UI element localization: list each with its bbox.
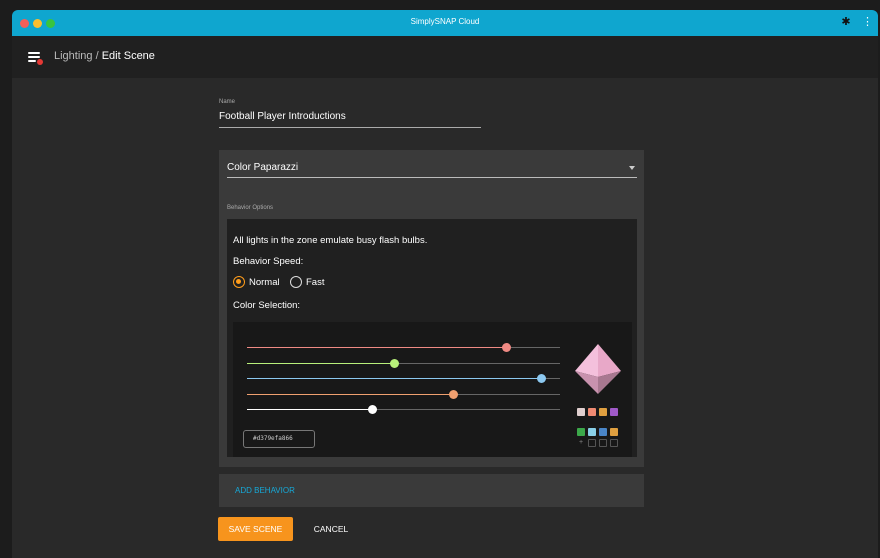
breadcrumb-separator: / bbox=[92, 50, 102, 62]
behavior-options-panel: All lights in the zone emulate busy flas… bbox=[227, 219, 637, 457]
color-preview-gem bbox=[575, 344, 621, 394]
color-swatch[interactable] bbox=[610, 428, 618, 436]
behavior-description: All lights in the zone emulate busy flas… bbox=[233, 235, 428, 246]
color-picker: #d379efa866 + bbox=[233, 322, 632, 457]
slider-blue-fill bbox=[247, 378, 542, 379]
puzzle-icon[interactable]: ✱ bbox=[840, 16, 852, 28]
slider-green-thumb[interactable] bbox=[389, 358, 399, 368]
speed-normal-label[interactable]: Normal bbox=[249, 277, 280, 288]
window-title: SimplySNAP Cloud bbox=[410, 17, 480, 26]
color-selection-label: Color Selection: bbox=[233, 300, 301, 311]
slider-green[interactable] bbox=[247, 358, 560, 368]
caret-down-icon[interactable] bbox=[629, 166, 635, 170]
speed-fast-label[interactable]: Fast bbox=[306, 277, 324, 288]
empty-swatch[interactable] bbox=[599, 439, 607, 447]
slider-amber[interactable] bbox=[247, 389, 560, 399]
slider-blue-thumb[interactable] bbox=[536, 374, 546, 383]
slider-white-thumb[interactable] bbox=[367, 405, 377, 414]
slider-amber-thumb[interactable] bbox=[449, 389, 459, 399]
behavior-options-label: Behavior Options bbox=[227, 205, 274, 211]
color-swatch[interactable] bbox=[577, 408, 585, 416]
name-input-underline bbox=[219, 127, 481, 128]
slider-red-fill bbox=[247, 347, 507, 348]
slider-amber-fill bbox=[247, 393, 454, 395]
kebab-menu-icon[interactable]: ⋮ bbox=[862, 16, 873, 28]
breadcrumb-current: Edit Scene bbox=[101, 50, 155, 62]
hex-color-input[interactable]: #d379efa866 bbox=[243, 430, 315, 448]
window-titlebar: SimplySNAP Cloud ✱ ⋮ bbox=[12, 10, 878, 36]
breadcrumb: Lighting / Edit Scene bbox=[54, 50, 155, 62]
add-behavior-button[interactable]: ADD BEHAVIOR bbox=[235, 486, 295, 495]
notification-dot bbox=[37, 59, 43, 65]
slider-white-fill bbox=[247, 409, 373, 410]
slider-red[interactable] bbox=[247, 343, 560, 352]
name-field-label: Name bbox=[219, 99, 236, 105]
color-swatch[interactable] bbox=[599, 408, 607, 416]
slider-red-thumb[interactable] bbox=[502, 343, 512, 352]
slider-blue[interactable] bbox=[247, 374, 560, 383]
behavior-card: Color Paparazzi Behavior Options All lig… bbox=[219, 150, 644, 467]
color-swatch[interactable] bbox=[577, 428, 585, 436]
slider-green-fill bbox=[247, 362, 395, 364]
name-input[interactable]: Football Player Introductions bbox=[219, 111, 346, 122]
color-swatch[interactable] bbox=[588, 428, 596, 436]
breadcrumb-parent[interactable]: Lighting bbox=[54, 50, 93, 62]
app-header: Lighting / Edit Scene bbox=[12, 36, 878, 78]
app-frame: Lighting / Edit Scene Name Football Play… bbox=[12, 36, 878, 558]
add-swatch-plus-icon[interactable]: + bbox=[577, 439, 585, 447]
speed-normal-radio[interactable] bbox=[233, 276, 245, 288]
color-swatch[interactable] bbox=[588, 408, 596, 416]
speed-fast-radio[interactable] bbox=[290, 276, 302, 288]
slider-white[interactable] bbox=[247, 405, 560, 414]
behavior-select-underline bbox=[227, 177, 637, 178]
behavior-speed-label: Behavior Speed: bbox=[233, 256, 304, 267]
color-swatch[interactable] bbox=[599, 428, 607, 436]
save-scene-button[interactable]: SAVE SCENE bbox=[218, 517, 293, 541]
cancel-button[interactable]: CANCEL bbox=[306, 517, 356, 541]
behavior-select[interactable]: Color Paparazzi bbox=[227, 162, 298, 173]
add-behavior-card: ADD BEHAVIOR bbox=[219, 474, 644, 507]
empty-swatch[interactable] bbox=[588, 439, 596, 447]
hamburger-menu-icon[interactable] bbox=[28, 51, 43, 65]
color-swatch[interactable] bbox=[610, 408, 618, 416]
empty-swatch[interactable] bbox=[610, 439, 618, 447]
